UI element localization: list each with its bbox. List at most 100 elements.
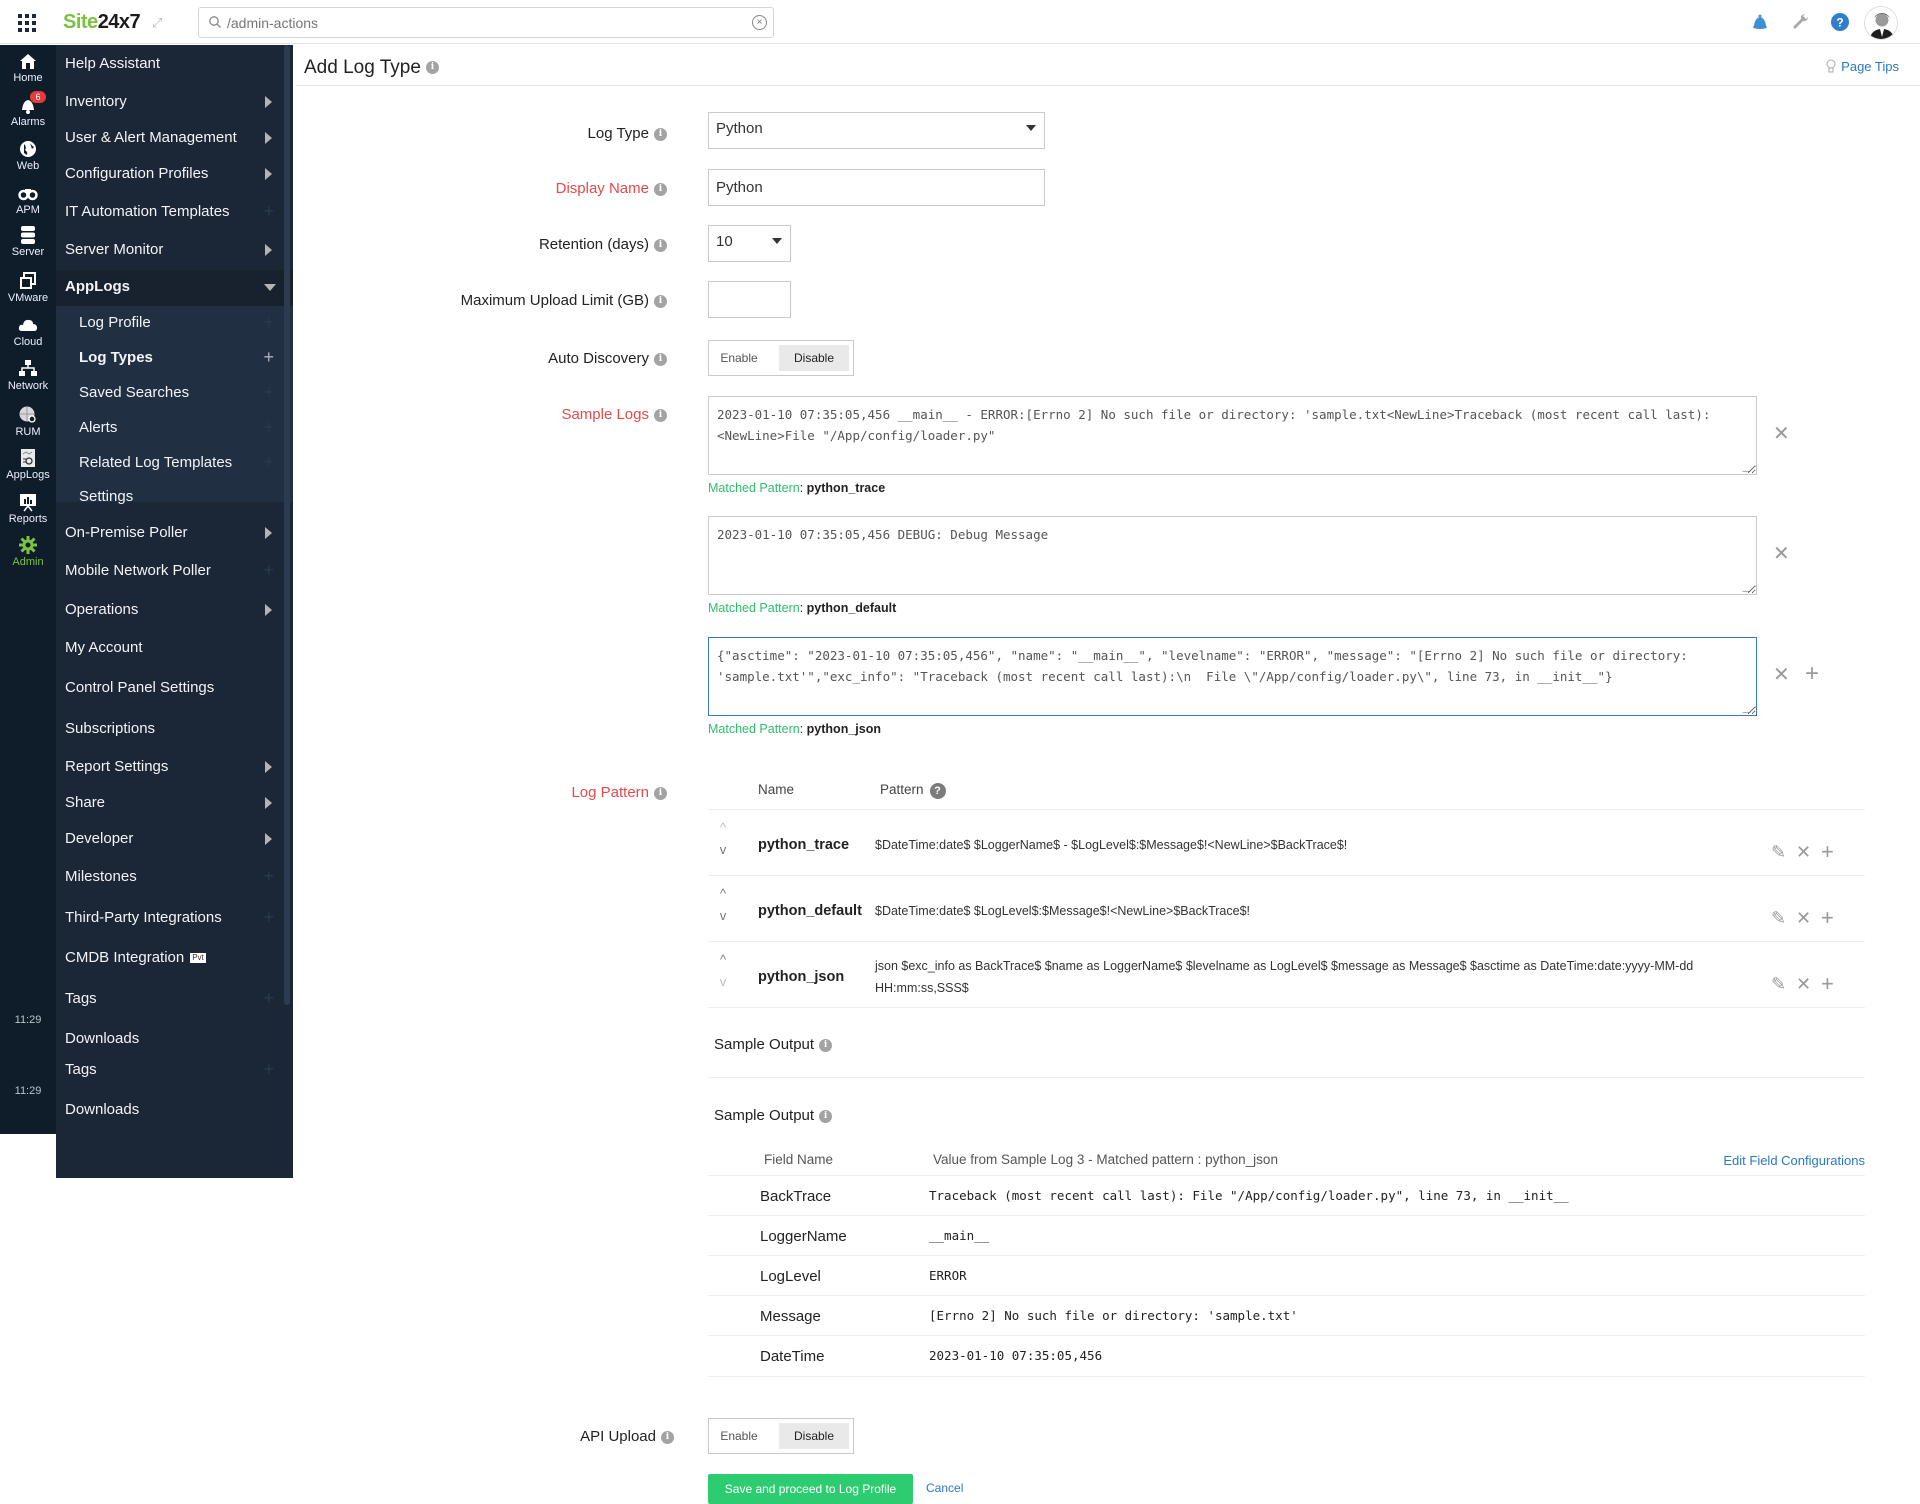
- rail-item-web[interactable]: Web: [0, 139, 56, 172]
- help-icon[interactable]: ?: [1830, 12, 1850, 32]
- rail-item-rum[interactable]: RUM: [0, 405, 56, 438]
- api-upload-disable-option[interactable]: Disable: [779, 1423, 849, 1449]
- menu-item-tags[interactable]: Tags +: [56, 982, 286, 1016]
- info-icon[interactable]: i: [654, 294, 667, 308]
- add-sample-log-icon[interactable]: +: [1805, 662, 1819, 686]
- remove-sample-log-2-icon[interactable]: ✕: [1773, 544, 1790, 564]
- edit-pencil-icon[interactable]: ✎: [1771, 909, 1786, 927]
- menu-item-developer[interactable]: Developer: [56, 822, 286, 856]
- add-log-type-plus-icon[interactable]: +: [263, 347, 274, 368]
- info-icon[interactable]: i: [425, 61, 439, 75]
- move-up-icon[interactable]: ^: [716, 820, 730, 835]
- rail-item-server[interactable]: Server: [0, 225, 56, 258]
- move-down-icon[interactable]: v: [716, 908, 730, 923]
- remove-sample-log-3-icon[interactable]: ✕: [1773, 665, 1790, 685]
- menu-item-on-premise-poller[interactable]: On-Premise Poller: [56, 516, 286, 550]
- menu-item-applogs-settings[interactable]: Settings: [56, 480, 286, 514]
- rail-item-alarms[interactable]: 6 Alarms: [0, 91, 56, 128]
- plus-icon[interactable]: +: [263, 560, 274, 581]
- move-down-icon[interactable]: v: [716, 974, 730, 989]
- api-upload-enable-option[interactable]: Enable: [714, 1423, 764, 1449]
- menu-item-related-log-templates[interactable]: Related Log Templates +: [56, 446, 286, 480]
- menu-item-third-party-integrations[interactable]: Third-Party Integrations +: [56, 901, 286, 935]
- search-input[interactable]: [227, 12, 727, 34]
- edit-pencil-icon[interactable]: ✎: [1771, 975, 1786, 993]
- resize-handle-icon[interactable]: [1742, 584, 1756, 592]
- resize-handle-icon[interactable]: [1742, 705, 1756, 713]
- info-icon[interactable]: i: [654, 352, 667, 366]
- move-up-icon[interactable]: ^: [716, 886, 730, 901]
- plus-icon[interactable]: +: [263, 417, 274, 438]
- menu-item-share[interactable]: Share: [56, 786, 286, 820]
- sample-log-textarea-2[interactable]: 2023-01-10 07:35:05,456 DEBUG: Debug Mes…: [708, 516, 1757, 595]
- menu-item-inventory[interactable]: Inventory: [56, 85, 286, 119]
- rail-item-apm[interactable]: APM: [0, 183, 56, 216]
- plus-icon[interactable]: +: [263, 988, 274, 1009]
- info-icon[interactable]: i: [661, 1430, 674, 1444]
- rail-item-cloud[interactable]: Cloud: [0, 315, 56, 348]
- edit-field-configurations-link[interactable]: Edit Field Configurations: [1723, 1153, 1865, 1168]
- log-type-select[interactable]: Python: [708, 112, 1045, 149]
- plus-icon[interactable]: +: [263, 907, 274, 928]
- max-upload-input[interactable]: [708, 281, 791, 318]
- clear-search-icon[interactable]: ×: [752, 15, 767, 30]
- menu-item-server-monitor[interactable]: Server Monitor: [56, 233, 286, 267]
- rail-item-reports[interactable]: Reports: [0, 492, 56, 525]
- delete-pattern-icon[interactable]: ✕: [1796, 975, 1811, 993]
- sample-log-textarea-1[interactable]: 2023-01-10 07:35:05,456 __main__ - ERROR…: [708, 396, 1757, 475]
- move-down-icon[interactable]: v: [716, 842, 730, 857]
- menu-item-control-panel-settings[interactable]: Control Panel Settings: [56, 671, 286, 705]
- menu-item-log-types[interactable]: Log Types +: [56, 341, 286, 375]
- menu-item-downloads[interactable]: Downloads: [56, 1093, 286, 1127]
- app-grid-icon[interactable]: [18, 14, 36, 32]
- user-avatar[interactable]: [1864, 6, 1898, 40]
- menu-item-downloads[interactable]: Downloads: [56, 1022, 286, 1056]
- delete-pattern-icon[interactable]: ✕: [1796, 843, 1811, 861]
- info-icon[interactable]: i: [654, 127, 667, 141]
- auto-discovery-disable-option[interactable]: Disable: [779, 345, 849, 371]
- plus-icon[interactable]: +: [263, 452, 274, 473]
- plus-icon[interactable]: +: [263, 382, 274, 403]
- add-pattern-icon[interactable]: +: [1821, 973, 1834, 995]
- menu-item-mobile-network-poller[interactable]: Mobile Network Poller +: [56, 554, 286, 588]
- notification-bell-icon[interactable]: [1750, 12, 1770, 32]
- remove-sample-log-1-icon[interactable]: ✕: [1773, 424, 1790, 444]
- rail-item-applogs[interactable]: AppLogs: [0, 448, 56, 481]
- menu-item-operations[interactable]: Operations: [56, 593, 286, 627]
- plus-icon[interactable]: +: [263, 312, 274, 333]
- info-icon[interactable]: i: [819, 1109, 833, 1123]
- menu-item-saved-searches[interactable]: Saved Searches +: [56, 376, 286, 410]
- info-icon[interactable]: i: [654, 238, 667, 252]
- wrench-icon[interactable]: [1790, 12, 1810, 32]
- edit-pencil-icon[interactable]: ✎: [1771, 843, 1786, 861]
- rail-item-admin[interactable]: Admin: [0, 535, 56, 568]
- site24x7-logo[interactable]: Site24x7: [63, 11, 141, 34]
- info-icon[interactable]: i: [654, 408, 667, 422]
- move-up-icon[interactable]: ^: [716, 952, 730, 967]
- info-icon[interactable]: i: [819, 1038, 833, 1052]
- rail-item-network[interactable]: Network: [0, 359, 56, 392]
- menu-item-applogs[interactable]: AppLogs: [56, 270, 286, 304]
- menu-item-cmdb-integration[interactable]: CMDB Integration Pvt: [56, 941, 286, 975]
- retention-select[interactable]: 10: [708, 225, 791, 262]
- menu-item-log-profile[interactable]: Log Profile +: [56, 306, 286, 340]
- rail-item-vmware[interactable]: VMware: [0, 271, 56, 304]
- menu-item-milestones[interactable]: Milestones +: [56, 860, 286, 894]
- fullscreen-expand-icon[interactable]: ⤢: [152, 15, 167, 30]
- rail-item-home[interactable]: Home: [0, 51, 56, 84]
- menu-item-user-alert-management[interactable]: User & Alert Management: [56, 121, 286, 155]
- add-pattern-icon[interactable]: +: [1821, 907, 1834, 929]
- menu-item-configuration-profiles[interactable]: Configuration Profiles: [56, 157, 286, 191]
- page-tips-link[interactable]: Page Tips: [1826, 59, 1899, 74]
- add-pattern-icon[interactable]: +: [1821, 841, 1834, 863]
- menu-scrollbar[interactable]: [284, 45, 290, 1005]
- help-question-icon[interactable]: ?: [929, 783, 946, 799]
- menu-item-my-account[interactable]: My Account: [56, 631, 286, 665]
- display-name-input[interactable]: [708, 169, 1045, 206]
- menu-item-subscriptions[interactable]: Subscriptions: [56, 712, 286, 746]
- cancel-link[interactable]: Cancel: [926, 1481, 963, 1495]
- plus-icon[interactable]: +: [263, 1059, 274, 1080]
- info-icon[interactable]: i: [654, 182, 667, 196]
- auto-discovery-enable-option[interactable]: Enable: [714, 345, 764, 371]
- plus-icon[interactable]: +: [263, 866, 274, 887]
